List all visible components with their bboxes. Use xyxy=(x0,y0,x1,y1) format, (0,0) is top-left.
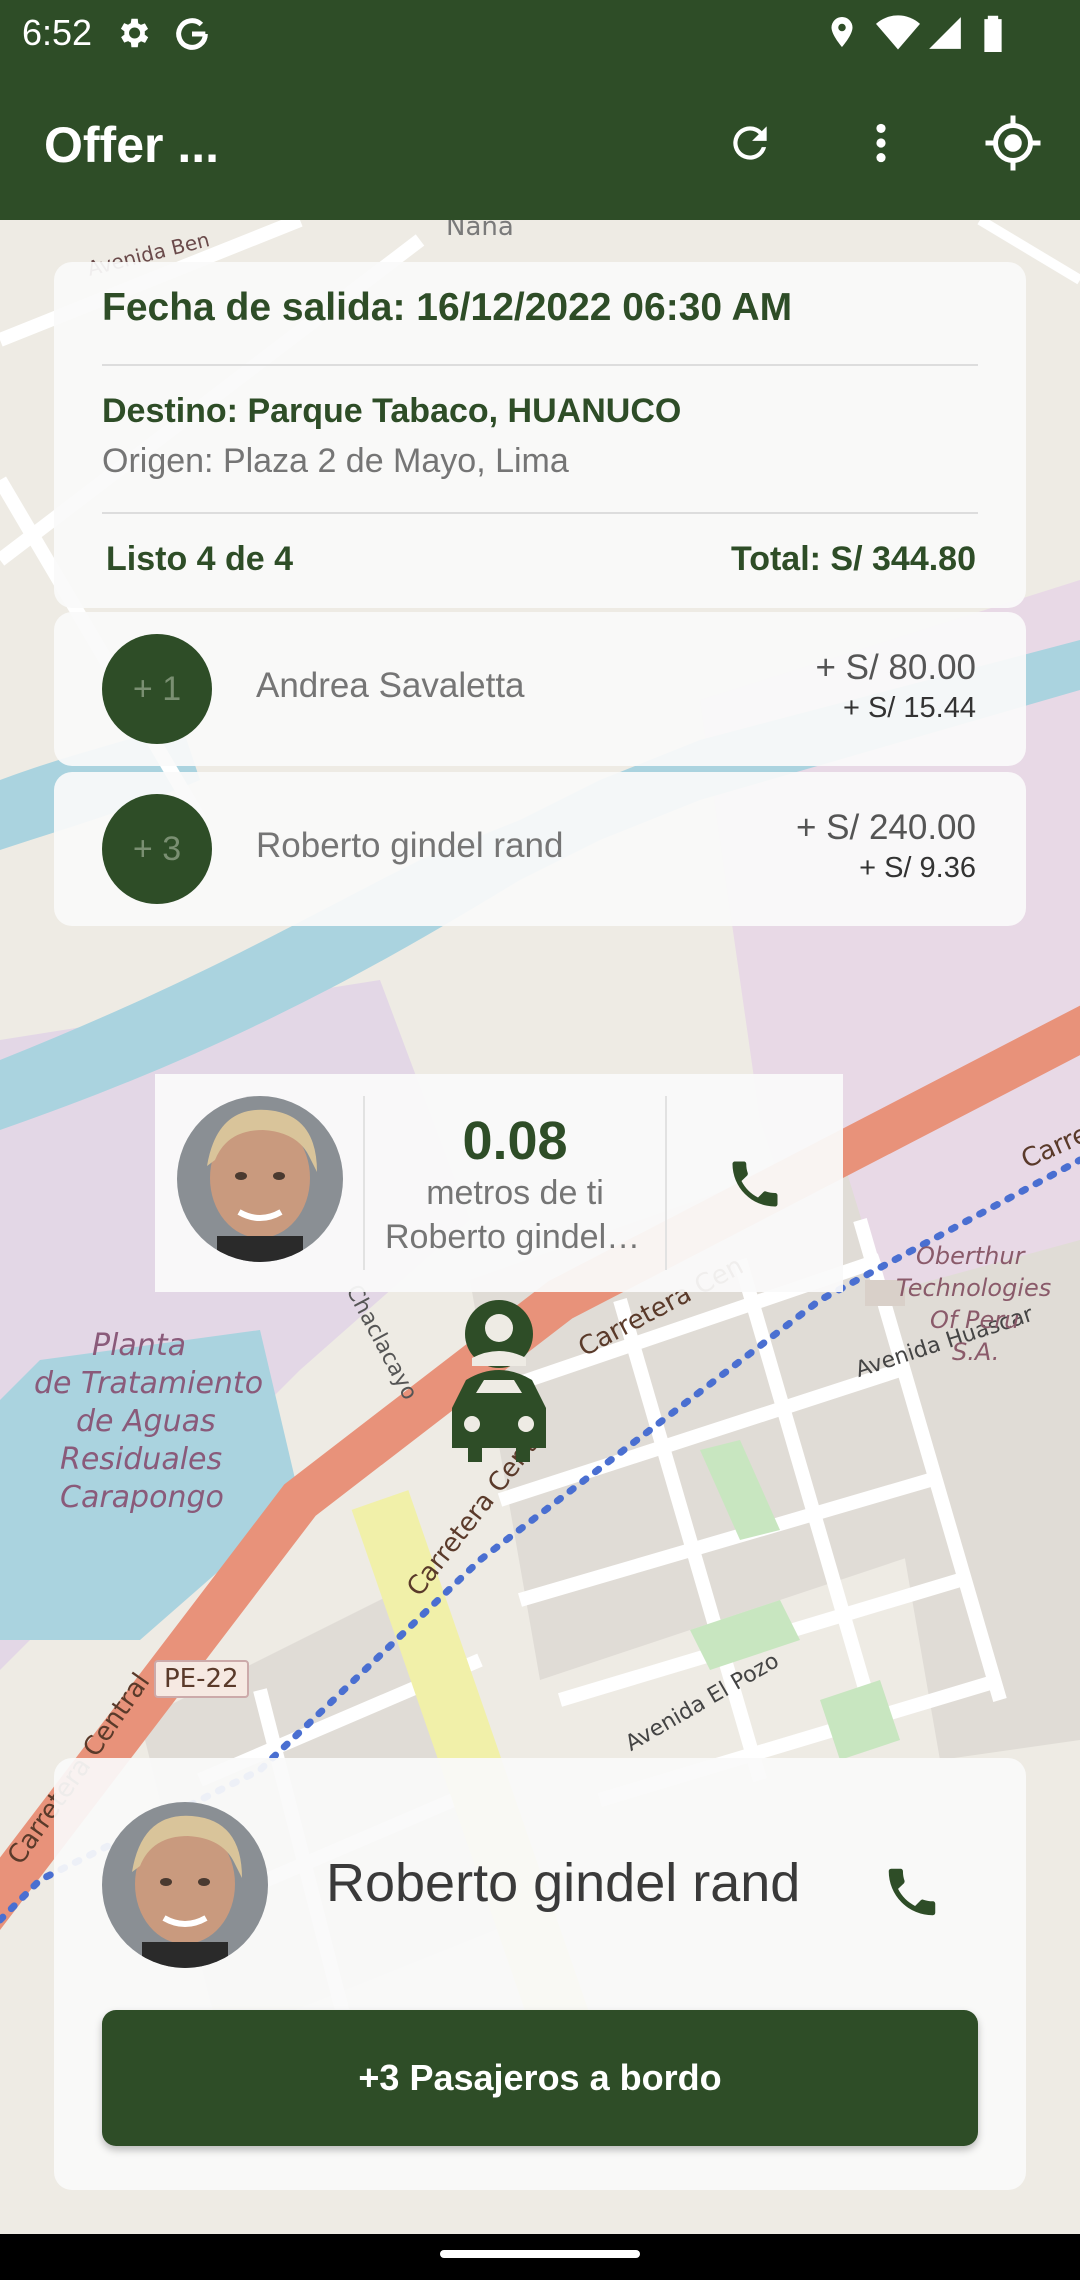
call-button[interactable] xyxy=(872,1852,952,1932)
destination: Destino: Parque Tabaco, HUANUCO xyxy=(102,392,682,430)
map-label: Nana xyxy=(446,220,514,242)
my-location-icon xyxy=(985,115,1041,171)
map-label: S.A. xyxy=(952,1338,1000,1366)
call-button[interactable] xyxy=(715,1144,795,1224)
map-label: Oberthur xyxy=(916,1242,1025,1270)
passenger-row[interactable]: + 3 Roberto gindel rand + S/ 240.00 + S/… xyxy=(54,772,1026,926)
passenger-avatar xyxy=(177,1096,343,1262)
ready-count: Listo 4 de 4 xyxy=(106,540,294,578)
passenger-count-badge: + 3 xyxy=(102,794,212,904)
page-title: Offer ... xyxy=(44,117,220,173)
home-gesture-handle[interactable] xyxy=(440,2250,640,2258)
departure-date: Fecha de salida: 16/12/2022 06:30 AM xyxy=(102,286,793,329)
map-label: de Aguas xyxy=(76,1404,216,1439)
board-passengers-button[interactable]: +3 Pasajeros a bordo xyxy=(102,2010,978,2146)
map-label: Technologies xyxy=(896,1274,1052,1302)
passenger-extra: + S/ 15.44 xyxy=(842,692,976,724)
refresh-button[interactable] xyxy=(717,110,783,176)
map-label: PE-22 xyxy=(154,1660,249,1698)
map-label: Planta xyxy=(92,1328,186,1363)
current-passenger-card: Roberto gindel rand +3 Pasajeros a bordo xyxy=(54,1758,1026,2190)
divider xyxy=(102,364,978,366)
passenger-count-badge: + 1 xyxy=(102,634,212,744)
wifi-icon xyxy=(876,15,920,50)
status-time: 6:52 xyxy=(22,12,93,53)
divider xyxy=(102,512,978,514)
passenger-name: Andrea Savaletta xyxy=(256,666,525,705)
map-label: de Tratamiento xyxy=(34,1366,264,1401)
distance-passenger-name: Roberto gindel rand xyxy=(385,1218,665,1256)
phone-icon xyxy=(888,1868,936,1916)
more-options-button[interactable] xyxy=(848,110,914,176)
phone-icon xyxy=(732,1161,778,1207)
divider xyxy=(665,1096,667,1270)
signal-icon xyxy=(929,17,961,49)
passenger-name: Roberto gindel rand xyxy=(256,826,564,865)
map-label: Carapongo xyxy=(60,1480,224,1515)
origin: Origen: Plaza 2 de Mayo, Lima xyxy=(102,442,569,480)
distance-value: 0.08 xyxy=(462,1111,568,1171)
passenger-amount: + S/ 80.00 xyxy=(815,648,976,687)
more-vert-icon xyxy=(876,123,886,163)
current-passenger-name: Roberto gindel rand xyxy=(326,1853,801,1913)
passenger-extra: + S/ 9.36 xyxy=(859,852,976,884)
trip-total: Total: S/ 344.80 xyxy=(730,540,976,578)
refresh-icon xyxy=(733,126,767,160)
status-bar: 6:52 xyxy=(0,0,1080,66)
map-label: Residuales xyxy=(60,1442,223,1477)
driver-car-icon xyxy=(452,1300,546,1462)
distance-card: 0.08 metros de ti Roberto gindel rand xyxy=(155,1074,843,1292)
location-pin-icon xyxy=(831,17,853,47)
app-bar: Offer ... xyxy=(0,66,1080,220)
my-location-button[interactable] xyxy=(980,110,1046,176)
navigation-bar xyxy=(0,2234,1080,2280)
google-icon xyxy=(176,18,208,50)
passenger-avatar xyxy=(102,1802,268,1968)
passenger-amount: + S/ 240.00 xyxy=(795,808,976,847)
distance-label: metros de ti xyxy=(426,1174,604,1212)
map-label: Of Peru xyxy=(930,1306,1020,1334)
trip-summary-card: Fecha de salida: 16/12/2022 06:30 AM Des… xyxy=(54,262,1026,608)
battery-icon xyxy=(984,15,1002,52)
passenger-row[interactable]: + 1 Andrea Savaletta + S/ 80.00 + S/ 15.… xyxy=(54,612,1026,766)
settings-icon xyxy=(120,18,149,48)
